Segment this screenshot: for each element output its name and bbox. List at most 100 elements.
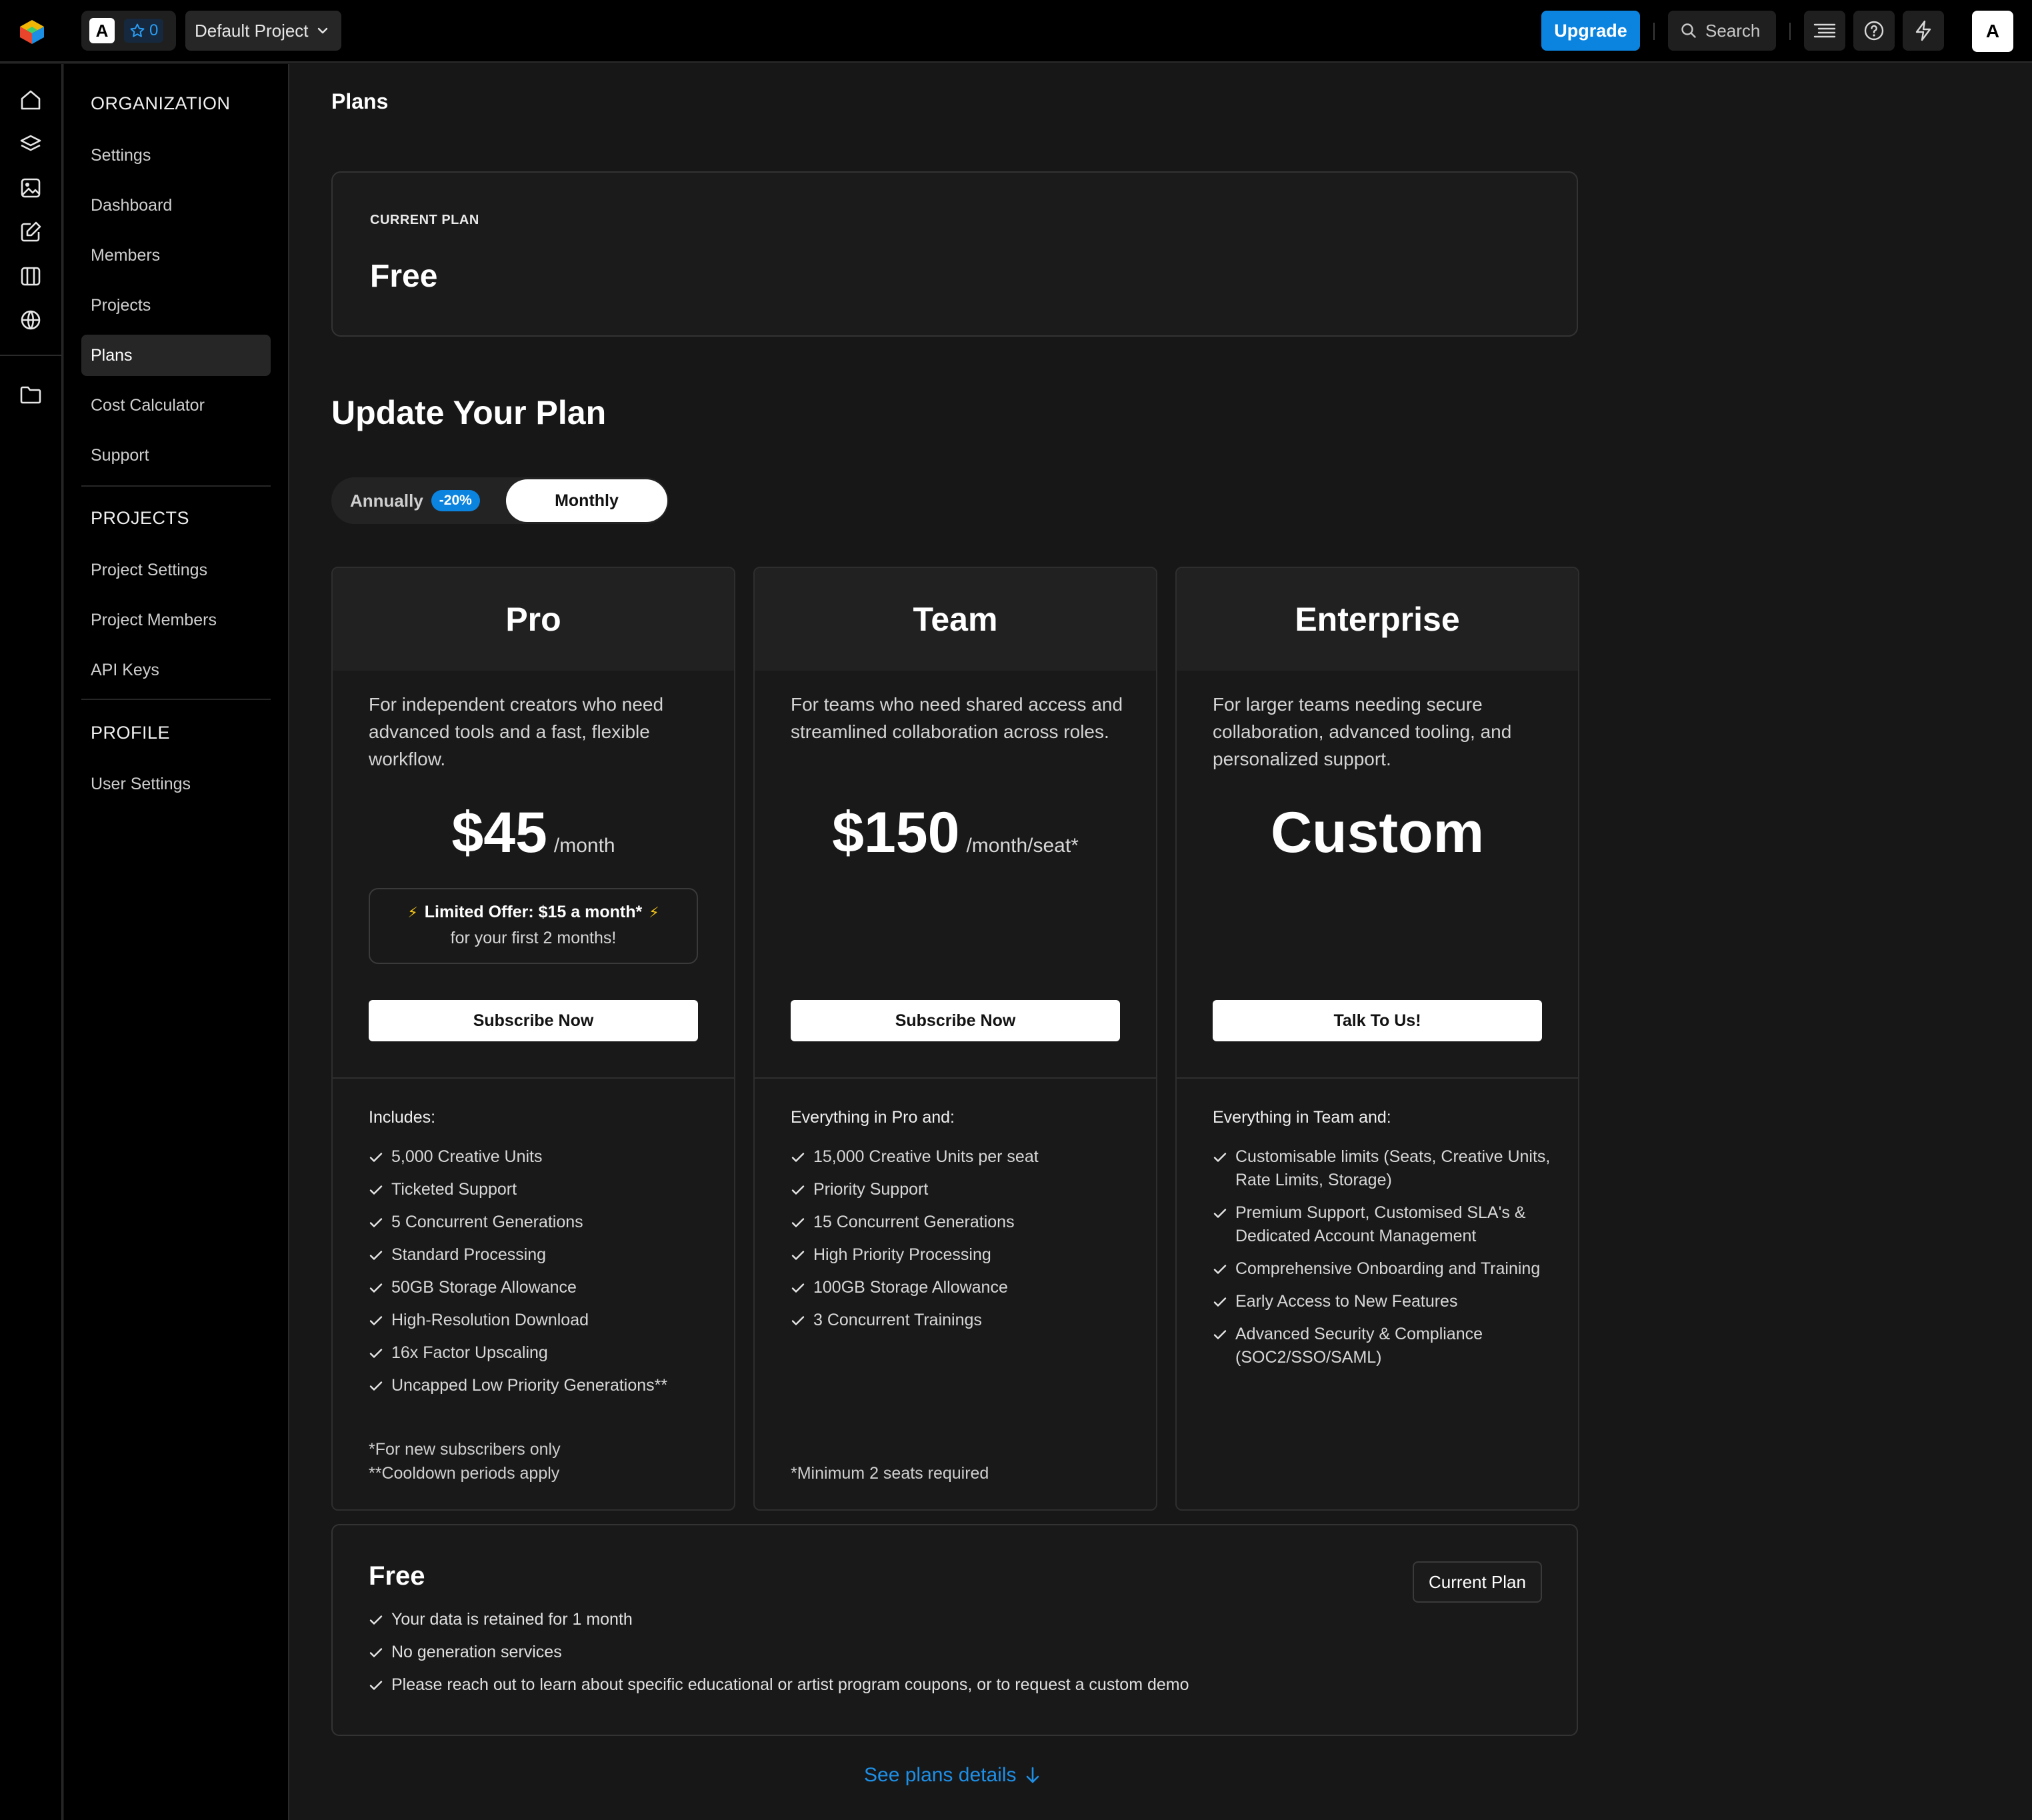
check-icon [369,1178,383,1197]
edit-icon[interactable] [17,219,44,245]
arrow-down-icon [1025,1766,1041,1785]
layers-icon[interactable] [17,131,44,157]
activity-button[interactable] [1903,11,1944,51]
app-logo-icon[interactable] [17,17,47,47]
footnote: **Cooldown periods apply [369,1464,560,1483]
sidebar-item-cost-calculator[interactable]: Cost Calculator [81,385,271,426]
sidebar-item-members[interactable]: Members [81,235,271,276]
sidebar-item-plans[interactable]: Plans [81,335,271,376]
update-plan-heading: Update Your Plan [331,394,607,431]
feature-item: 5 Concurrent Generations [369,1211,715,1234]
card-divider [755,1077,1156,1079]
feature-item: Uncapped Low Priority Generations** [369,1374,715,1397]
check-icon [791,1276,805,1295]
subscribe-team-button[interactable]: Subscribe Now [791,1000,1120,1041]
sidebar-item-project-members[interactable]: Project Members [81,599,271,641]
feature-item: High Priority Processing [791,1243,1137,1267]
sidebar-divider [81,699,271,700]
current-plan-button[interactable]: Current Plan [1413,1561,1542,1603]
feature-item: 16x Factor Upscaling [369,1341,715,1365]
project-selector[interactable]: Default Project [185,11,341,51]
price-row: $45 /month [333,800,734,866]
feature-item: Priority Support [791,1178,1137,1201]
folder-icon[interactable] [17,381,44,408]
plan-name: Pro [333,568,734,671]
rail-divider [0,355,63,356]
feature-text: 15 Concurrent Generations [813,1213,1015,1231]
feature-text: 5 Concurrent Generations [391,1213,583,1231]
projects-heading: PROJECTS [91,508,190,528]
image-icon[interactable] [17,175,44,201]
check-icon [369,1341,383,1361]
current-plan-name: Free [370,259,438,294]
talk-to-us-button[interactable]: Talk To Us! [1213,1000,1542,1041]
sidebar-item-user-settings[interactable]: User Settings [81,763,271,805]
check-icon [791,1211,805,1230]
star-icon [129,23,145,39]
annually-label: Annually [350,490,423,511]
check-icon [1213,1323,1227,1342]
sidebar-item-settings[interactable]: Settings [81,135,271,176]
billing-monthly-option[interactable]: Monthly [506,479,667,522]
feature-item: Comprehensive Onboarding and Training [1213,1257,1559,1281]
feature-text: 3 Concurrent Trainings [813,1311,982,1329]
subscribe-pro-button[interactable]: Subscribe Now [369,1000,698,1041]
help-button[interactable] [1853,11,1895,51]
feature-text: Your data is retained for 1 month [391,1610,633,1629]
sidebar-item-dashboard[interactable]: Dashboard [81,185,271,226]
feature-item: Customisable limits (Seats, Creative Uni… [1213,1145,1559,1192]
feature-item: Ticketed Support [369,1178,715,1201]
plan-card-team: Team For teams who need shared access an… [753,567,1157,1511]
feature-text: Early Access to New Features [1235,1292,1458,1311]
changelog-button[interactable] [1804,11,1845,51]
feature-text: 15,000 Creative Units per seat [813,1147,1039,1166]
feature-text: Customisable limits (Seats, Creative Uni… [1235,1147,1551,1189]
feature-list: Customisable limits (Seats, Creative Uni… [1213,1145,1559,1379]
sidebar-item-projects[interactable]: Projects [81,285,271,326]
sidebar-item-api-keys[interactable]: API Keys [81,649,271,691]
feature-item: 100GB Storage Allowance [791,1276,1137,1299]
check-icon [791,1145,805,1165]
check-icon [369,1645,383,1660]
feature-item: Advanced Security & Compliance (SOC2/SSO… [1213,1323,1559,1369]
icon-rail [0,64,63,1820]
check-icon [1213,1145,1227,1165]
globe-icon[interactable] [17,307,44,333]
price-amount: Custom [1270,801,1485,865]
feature-item: High-Resolution Download [369,1309,715,1332]
search-label: Search [1705,20,1761,41]
sidebar-item-support[interactable]: Support [81,435,271,476]
current-plan-card: CURRENT PLAN Free [331,171,1578,337]
see-plans-details-link[interactable]: See plans details [864,1764,1041,1787]
feature-item: 15 Concurrent Generations [791,1211,1137,1234]
feature-text: Uncapped Low Priority Generations** [391,1376,668,1395]
columns-icon[interactable] [17,263,44,289]
feature-text: Standard Processing [391,1245,547,1264]
includes-title: Includes: [369,1108,436,1127]
org-avatar: A [89,18,115,43]
sidebar-item-project-settings[interactable]: Project Settings [81,549,271,591]
feature-text: Comprehensive Onboarding and Training [1235,1259,1541,1278]
feature-item: 5,000 Creative Units [369,1145,715,1169]
lightning-icon [1913,20,1933,41]
billing-period-toggle[interactable]: Annually -20% Monthly [331,477,669,524]
page-title: Plans [331,89,389,113]
search-button[interactable]: Search [1668,11,1776,51]
plan-description: For independent creators who need advanc… [369,694,664,769]
check-icon [369,1613,383,1627]
plan-card-enterprise: Enterprise For larger teams needing secu… [1175,567,1579,1511]
org-switcher[interactable]: A 0 [81,11,176,51]
check-icon [791,1243,805,1263]
home-icon[interactable] [17,87,44,113]
credits-badge[interactable]: 0 [124,19,164,43]
upgrade-button[interactable]: Upgrade [1541,11,1640,51]
chevron-down-icon [315,23,330,38]
billing-annually-option[interactable]: Annually -20% [350,477,480,524]
divider [1653,23,1655,40]
user-avatar[interactable]: A [1972,11,2013,52]
check-icon [791,1178,805,1197]
feature-item: Please reach out to learn about specific… [369,1673,1189,1697]
price-row: Custom [1177,800,1578,866]
feature-text: High Priority Processing [813,1245,991,1264]
card-divider [333,1077,734,1079]
